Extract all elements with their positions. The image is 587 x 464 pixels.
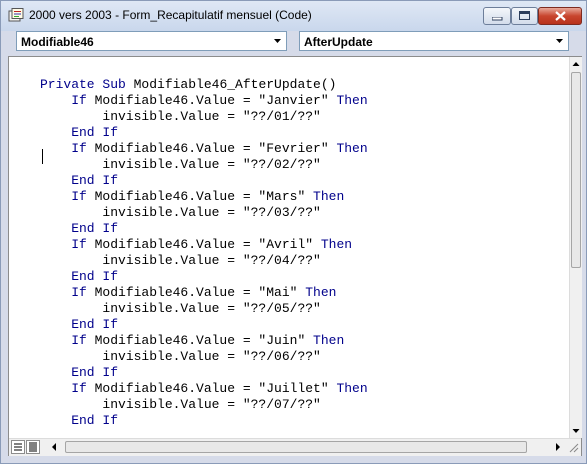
- full-module-view-button[interactable]: [26, 440, 40, 454]
- code-line: invisible.Value = "??/06/??": [40, 349, 321, 365]
- code-line: invisible.Value = "??/07/??": [40, 397, 321, 413]
- code-keyword: End If: [40, 173, 119, 188]
- code-line: If Modifiable46.Value = "Mai" Then: [40, 285, 336, 301]
- minimize-icon: [492, 17, 503, 21]
- code-text: invisible.Value = "??/07/??": [40, 397, 321, 412]
- object-selector-value: Modifiable46: [21, 35, 94, 49]
- code-line: End If: [40, 269, 118, 285]
- scroll-right-icon[interactable]: [551, 440, 565, 454]
- window-title: 2000 vers 2003 - Form_Recapitulatif mens…: [29, 8, 312, 22]
- code-text: Modifiable46_AfterUpdate(): [133, 77, 337, 92]
- code-keyword: Then: [320, 237, 353, 252]
- code-line: If Modifiable46.Value = "Juin" Then: [40, 333, 344, 349]
- close-icon: [555, 11, 566, 21]
- close-button[interactable]: [538, 7, 582, 25]
- code-keyword: Then: [313, 333, 345, 348]
- code-line: invisible.Value = "??/03/??": [40, 205, 321, 221]
- code-line: End If: [40, 173, 118, 189]
- code-keyword: Then: [305, 285, 337, 300]
- code-keyword: If: [40, 141, 95, 156]
- minimize-button[interactable]: [483, 7, 511, 25]
- code-text: Modifiable46.Value = "Juillet": [94, 381, 337, 396]
- code-text: invisible.Value = "??/06/??": [40, 349, 321, 364]
- selector-bar: Modifiable46 AfterUpdate: [1, 31, 586, 53]
- object-selector[interactable]: Modifiable46: [16, 31, 287, 51]
- code-keyword: End If: [40, 317, 119, 332]
- code-line: If Modifiable46.Value = "Fevrier" Then: [40, 141, 368, 157]
- code-text: Modifiable46.Value = "Fevrier": [94, 141, 337, 156]
- maximize-button[interactable]: [511, 7, 538, 25]
- code-keyword: If: [40, 237, 95, 252]
- code-keyword: End If: [40, 269, 119, 284]
- code-line: End If: [40, 125, 118, 141]
- text-caret: [42, 149, 43, 164]
- code-keyword: Private Sub: [40, 77, 134, 92]
- procedure-view-button[interactable]: [11, 440, 25, 454]
- code-keyword: If: [40, 285, 95, 300]
- code-keyword: If: [40, 381, 95, 396]
- code-keyword: Then: [313, 189, 345, 204]
- procedure-view-icon: [14, 443, 22, 451]
- code-keyword: If: [40, 189, 95, 204]
- procedure-selector-value: AfterUpdate: [304, 35, 373, 49]
- code-keyword: End If: [40, 413, 119, 428]
- code-text: Modifiable46.Value = "Avril": [94, 237, 321, 252]
- code-line: End If: [40, 317, 118, 333]
- code-pane: Private Sub Modifiable46_AfterUpdate() I…: [8, 56, 582, 456]
- chevron-down-icon[interactable]: [551, 32, 568, 50]
- full-module-view-icon: [29, 442, 37, 452]
- code-editor[interactable]: Private Sub Modifiable46_AfterUpdate() I…: [31, 57, 569, 438]
- code-keyword: Then: [336, 93, 368, 108]
- code-line: If Modifiable46.Value = "Mars" Then: [40, 189, 344, 205]
- vertical-scrollbar[interactable]: [569, 57, 582, 438]
- code-text: Modifiable46.Value = "Juin": [94, 333, 314, 348]
- code-line: If Modifiable46.Value = "Janvier" Then: [40, 93, 368, 109]
- code-text: invisible.Value = "??/04/??": [40, 253, 321, 268]
- code-keyword: Then: [336, 141, 368, 156]
- resize-grip-icon[interactable]: [567, 440, 579, 454]
- chevron-down-icon[interactable]: [269, 32, 286, 50]
- code-line: invisible.Value = "??/04/??": [40, 253, 321, 269]
- scroll-up-icon[interactable]: [570, 57, 582, 71]
- code-keyword: End If: [40, 221, 119, 236]
- code-line: End If: [40, 365, 118, 381]
- scroll-down-icon[interactable]: [570, 424, 582, 438]
- code-window: 2000 vers 2003 - Form_Recapitulatif mens…: [0, 0, 587, 464]
- code-line: End If: [40, 221, 118, 237]
- code-text: Modifiable46.Value = "Janvier": [94, 93, 337, 108]
- vertical-scroll-thumb[interactable]: [571, 72, 581, 268]
- code-text: invisible.Value = "??/03/??": [40, 205, 321, 220]
- code-text: invisible.Value = "??/01/??": [40, 109, 321, 124]
- scroll-left-icon[interactable]: [47, 440, 61, 454]
- code-keyword: Then: [336, 381, 368, 396]
- horizontal-scrollbar[interactable]: [9, 438, 581, 456]
- code-text: invisible.Value = "??/05/??": [40, 301, 321, 316]
- code-text: invisible.Value = "??/02/??": [40, 157, 321, 172]
- code-keyword: End If: [40, 365, 119, 380]
- code-keyword: If: [40, 93, 95, 108]
- code-line: invisible.Value = "??/02/??": [40, 157, 321, 173]
- horizontal-scroll-thumb[interactable]: [65, 441, 527, 453]
- code-line: invisible.Value = "??/05/??": [40, 301, 321, 317]
- code-line: If Modifiable46.Value = "Avril" Then: [40, 237, 352, 253]
- vba-module-icon: [8, 8, 24, 22]
- code-line: invisible.Value = "??/01/??": [40, 109, 321, 125]
- code-text: Modifiable46.Value = "Mars": [94, 189, 314, 204]
- maximize-icon: [519, 11, 530, 20]
- title-bar[interactable]: 2000 vers 2003 - Form_Recapitulatif mens…: [1, 1, 586, 31]
- code-line: End If: [40, 413, 118, 429]
- code-keyword: If: [40, 333, 95, 348]
- code-line: If Modifiable46.Value = "Juillet" Then: [40, 381, 368, 397]
- code-keyword: End If: [40, 125, 119, 140]
- procedure-selector[interactable]: AfterUpdate: [299, 31, 569, 51]
- code-text: Modifiable46.Value = "Mai": [94, 285, 306, 300]
- code-line: Private Sub Modifiable46_AfterUpdate(): [40, 77, 336, 93]
